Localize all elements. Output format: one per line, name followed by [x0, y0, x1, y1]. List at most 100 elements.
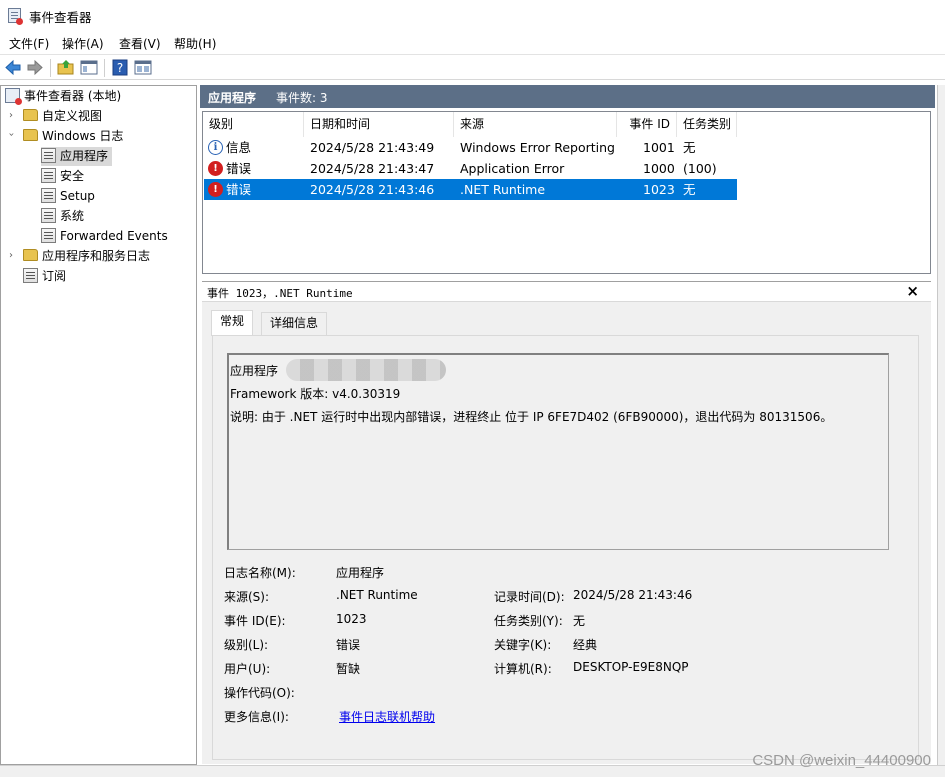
tree-root[interactable]: 事件查看器 (本地) [5, 87, 121, 106]
tree-item-label: Windows 日志 [42, 129, 124, 143]
event-log-online-help-link[interactable]: 事件日志联机帮助 [339, 708, 435, 725]
column-header-source[interactable]: 来源 [454, 112, 617, 137]
field-label-task-category: 任务类别(Y): [494, 614, 563, 628]
event-viewer-icon [5, 88, 22, 105]
event-level: 错误 [226, 182, 252, 197]
window-title: 事件查看器 [29, 10, 92, 25]
tab-general[interactable]: 常规 [211, 310, 254, 336]
column-header-datetime[interactable]: 日期和时间 [304, 112, 454, 137]
event-detail-header: 事件 1023，.NET Runtime × [202, 281, 931, 302]
event-task: (100) [683, 161, 717, 176]
properties-icon[interactable] [134, 59, 152, 76]
folder-up-icon[interactable] [57, 59, 75, 76]
event-source: Windows Error Reporting [460, 140, 615, 155]
event-description-box[interactable]: 应用程序 Framework 版本: v4.0.30319 说明: 由于 .NE… [227, 353, 889, 550]
field-label-opcode: 操作代码(O): [224, 686, 295, 700]
field-value-computer: DESKTOP-E9E8NQP [573, 660, 689, 674]
description-line-explanation: 说明: 由于 .NET 运行时中出现内部错误，进程终止 位于 IP 6FE7D4… [230, 410, 833, 424]
menu-view[interactable]: 查看(V) [119, 35, 161, 52]
description-line-app: 应用程序 [230, 359, 446, 381]
field-label-user: 用户(U): [224, 662, 271, 676]
tree-item-custom-views[interactable]: 自定义视图 [23, 107, 102, 126]
event-row[interactable]: ! 错误 2024/5/28 21:43:47 Application Erro… [204, 158, 737, 179]
event-detail-pane: 常规 详细信息 应用程序 Framework 版本: v4.0.30319 说明… [202, 302, 931, 764]
event-viewer-app-icon [8, 8, 23, 25]
description-line-app-label: 应用程序 [230, 364, 279, 378]
back-arrow-icon[interactable] [4, 59, 22, 76]
log-header-title: 应用程序 [208, 91, 257, 105]
menu-action[interactable]: 操作(A) [62, 35, 104, 52]
tree-item-label: 应用程序和服务日志 [42, 249, 151, 263]
tree-item-forwarded-events[interactable]: Forwarded Events [41, 227, 168, 246]
menu-help[interactable]: 帮助(H) [174, 35, 216, 52]
field-label-event-id: 事件 ID(E): [224, 614, 286, 628]
tree-root-label: 事件查看器 (本地) [24, 89, 122, 103]
log-icon [41, 208, 56, 223]
description-line-framework: Framework 版本: v4.0.30319 [230, 387, 401, 401]
toolbar-separator [104, 59, 105, 77]
chevron-right-icon[interactable]: › [9, 110, 13, 121]
tree-item-label: 自定义视图 [42, 109, 103, 123]
tree-item-app-service-logs[interactable]: 应用程序和服务日志 [23, 247, 150, 266]
tree-item-label: 安全 [60, 169, 85, 183]
event-row-selected[interactable]: ! 错误 2024/5/28 21:43:46 .NET Runtime 102… [204, 179, 737, 200]
tab-details[interactable]: 详细信息 [261, 312, 328, 335]
event-datetime: 2024/5/28 21:43:47 [310, 161, 435, 176]
tree-item-application[interactable]: 应用程序 [41, 147, 113, 166]
field-label-more-info: 更多信息(I): [224, 710, 289, 724]
column-header-level[interactable]: 级别 [203, 112, 304, 137]
menu-bar: 文件(F) 操作(A) 查看(V) 帮助(H) [0, 31, 945, 54]
title-bar: 事件查看器 [0, 0, 945, 31]
forward-arrow-icon[interactable] [26, 59, 44, 76]
log-icon [41, 168, 56, 183]
tree-item-system[interactable]: 系统 [41, 207, 84, 226]
tree-item-subscriptions[interactable]: 订阅 [23, 267, 66, 286]
field-label-computer: 计算机(R): [494, 662, 552, 676]
field-label-log-name: 日志名称(M): [224, 566, 296, 580]
close-icon[interactable]: × [906, 282, 919, 300]
field-value-logged: 2024/5/28 21:43:46 [573, 588, 693, 602]
tree-item-label: 订阅 [42, 269, 67, 283]
actions-pane-edge [937, 85, 945, 765]
subscription-icon [23, 268, 38, 283]
event-task: 无 [683, 182, 696, 197]
field-value-source: .NET Runtime [336, 588, 418, 602]
event-datetime: 2024/5/28 21:43:49 [310, 140, 435, 155]
tree-item-label: Setup [60, 189, 95, 203]
toolbar: ? [0, 54, 945, 80]
navigation-tree: 事件查看器 (本地) › 自定义视图 › Windows 日志 应用程序 安全 … [0, 85, 197, 765]
event-id: 1000 [643, 161, 675, 176]
field-label-keywords: 关键字(K): [494, 638, 552, 652]
folder-icon [23, 109, 38, 121]
event-source: Application Error [460, 161, 565, 176]
tree-item-windows-logs[interactable]: Windows 日志 [23, 127, 123, 146]
log-header: 应用程序 事件数: 3 [200, 85, 935, 108]
field-value-event-id: 1023 [336, 612, 367, 626]
menu-file[interactable]: 文件(F) [9, 35, 49, 52]
tab-panel-general: 应用程序 Framework 版本: v4.0.30319 说明: 由于 .NE… [212, 335, 919, 760]
field-value-user: 暂缺 [336, 662, 361, 676]
folder-icon [23, 249, 38, 261]
tree-item-label: 应用程序 [60, 149, 109, 163]
event-task: 无 [683, 140, 696, 155]
field-label-source: 来源(S): [224, 590, 270, 604]
folder-icon [23, 129, 38, 141]
log-icon [41, 188, 56, 203]
column-header-task-category[interactable]: 任务类别 [677, 112, 737, 137]
chevron-right-icon[interactable]: › [9, 250, 13, 261]
error-icon: ! [208, 161, 223, 176]
tree-item-security[interactable]: 安全 [41, 167, 84, 186]
column-header-event-id[interactable]: 事件 ID [617, 112, 677, 137]
event-source: .NET Runtime [460, 182, 546, 197]
redacted-blur [286, 359, 446, 381]
event-row[interactable]: i 信息 2024/5/28 21:43:49 Windows Error Re… [204, 137, 737, 158]
show-hide-tree-icon[interactable] [80, 59, 98, 76]
tree-item-setup[interactable]: Setup [41, 187, 95, 206]
error-icon: ! [208, 182, 223, 197]
log-icon [41, 228, 56, 243]
tree-item-label: 系统 [60, 209, 85, 223]
field-value-level: 错误 [336, 638, 361, 652]
help-icon[interactable]: ? [111, 59, 129, 76]
chevron-down-icon[interactable]: › [6, 133, 17, 137]
toolbar-separator [50, 59, 51, 77]
